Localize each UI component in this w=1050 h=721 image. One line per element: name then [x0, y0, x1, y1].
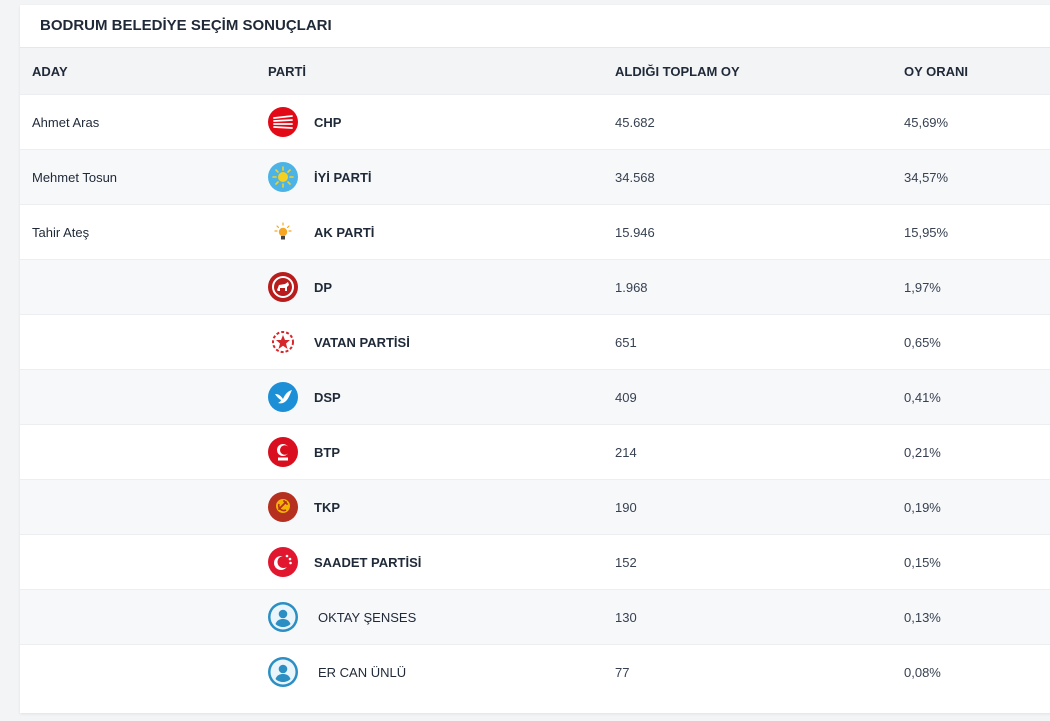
vote-count: 651 [615, 314, 904, 370]
vatan-star-icon [268, 327, 298, 357]
iyi-parti-sun-icon [268, 162, 298, 192]
btp-crescent-icon [268, 437, 298, 467]
ak-parti-bulb-icon [268, 217, 298, 247]
vote-count: 77 [615, 644, 904, 699]
vote-share: 15,95% [904, 204, 1050, 260]
candidate-name: Ahmet Aras [20, 94, 268, 150]
vote-share: 0,65% [904, 314, 1050, 370]
table-row: ER CAN ÜNLÜ 77 0,08% [20, 644, 1050, 699]
party-name: VATAN PARTİSİ [314, 334, 410, 350]
vote-count: 34.568 [615, 149, 904, 205]
party-name: ER CAN ÜNLÜ [318, 664, 407, 680]
header-oy: ALDIĞI TOPLAM OY [615, 48, 904, 95]
party-name: SAADET PARTİSİ [314, 554, 422, 570]
table-row: TKP 190 0,19% [20, 479, 1050, 535]
candidate-name: Mehmet Tosun [20, 149, 268, 205]
candidate-name [20, 479, 268, 535]
vote-share: 0,13% [904, 589, 1050, 645]
results-table: ADAY PARTİ ALDIĞI TOPLAM OY OY ORANI Ahm… [20, 48, 1050, 699]
table-row: VATAN PARTİSİ 651 0,65% [20, 314, 1050, 370]
table-row: DSP 409 0,41% [20, 369, 1050, 425]
card-title: BODRUM BELEDİYE SEÇİM SONUÇLARI [20, 5, 1050, 48]
vote-count: 15.946 [615, 204, 904, 260]
chp-six-arrows-icon [268, 107, 298, 137]
table-header-row: ADAY PARTİ ALDIĞI TOPLAM OY OY ORANI [20, 48, 1050, 95]
candidate-name: Tahir Ateş [20, 204, 268, 260]
vote-count: 152 [615, 534, 904, 590]
vote-share: 0,15% [904, 534, 1050, 590]
party-name: CHP [314, 114, 342, 130]
table-row: Ahmet Aras CHP 45.682 45,69% [20, 94, 1050, 150]
vote-share: 0,19% [904, 479, 1050, 535]
vote-count: 190 [615, 479, 904, 535]
party-name: DSP [314, 389, 341, 405]
party-name: İYİ PARTİ [314, 169, 372, 185]
saadet-crescent-stars-icon [268, 547, 298, 577]
table-row: OKTAY ŞENSES 130 0,13% [20, 589, 1050, 645]
table-row: DP 1.968 1,97% [20, 259, 1050, 315]
candidate-name [20, 369, 268, 425]
vote-share: 1,97% [904, 259, 1050, 315]
candidate-name [20, 589, 268, 645]
vote-share: 0,08% [904, 644, 1050, 699]
vote-share: 0,41% [904, 369, 1050, 425]
candidate-name [20, 259, 268, 315]
independent-person-icon [268, 602, 298, 632]
header-aday: ADAY [20, 48, 268, 95]
vote-count: 45.682 [615, 94, 904, 150]
vote-share: 34,57% [904, 149, 1050, 205]
table-row: Tahir Ateş AK PARTİ 15.946 15,95% [20, 204, 1050, 260]
candidate-name [20, 424, 268, 480]
party-name: OKTAY ŞENSES [318, 609, 417, 625]
results-card: BODRUM BELEDİYE SEÇİM SONUÇLARI ADAY PAR… [20, 5, 1050, 713]
candidate-name [20, 644, 268, 699]
vote-count: 214 [615, 424, 904, 480]
candidate-name [20, 534, 268, 590]
vote-count: 409 [615, 369, 904, 425]
vote-count: 1.968 [615, 259, 904, 315]
tkp-hammer-sickle-icon [268, 492, 298, 522]
party-name: DP [314, 279, 333, 295]
table-row: BTP 214 0,21% [20, 424, 1050, 480]
dsp-dove-icon [268, 382, 298, 412]
table-row: SAADET PARTİSİ 152 0,15% [20, 534, 1050, 590]
candidate-name [20, 314, 268, 370]
header-parti: PARTİ [268, 48, 615, 95]
independent-person-icon [268, 657, 298, 687]
table-row: Mehmet Tosun İYİ PARTİ 34.568 34,57% [20, 149, 1050, 205]
vote-share: 45,69% [904, 94, 1050, 150]
vote-count: 130 [615, 589, 904, 645]
dp-horse-icon [268, 272, 298, 302]
party-name: TKP [314, 499, 340, 515]
party-name: AK PARTİ [314, 224, 375, 240]
header-oran: OY ORANI [904, 48, 1050, 95]
vote-share: 0,21% [904, 424, 1050, 480]
party-name: BTP [314, 444, 340, 460]
